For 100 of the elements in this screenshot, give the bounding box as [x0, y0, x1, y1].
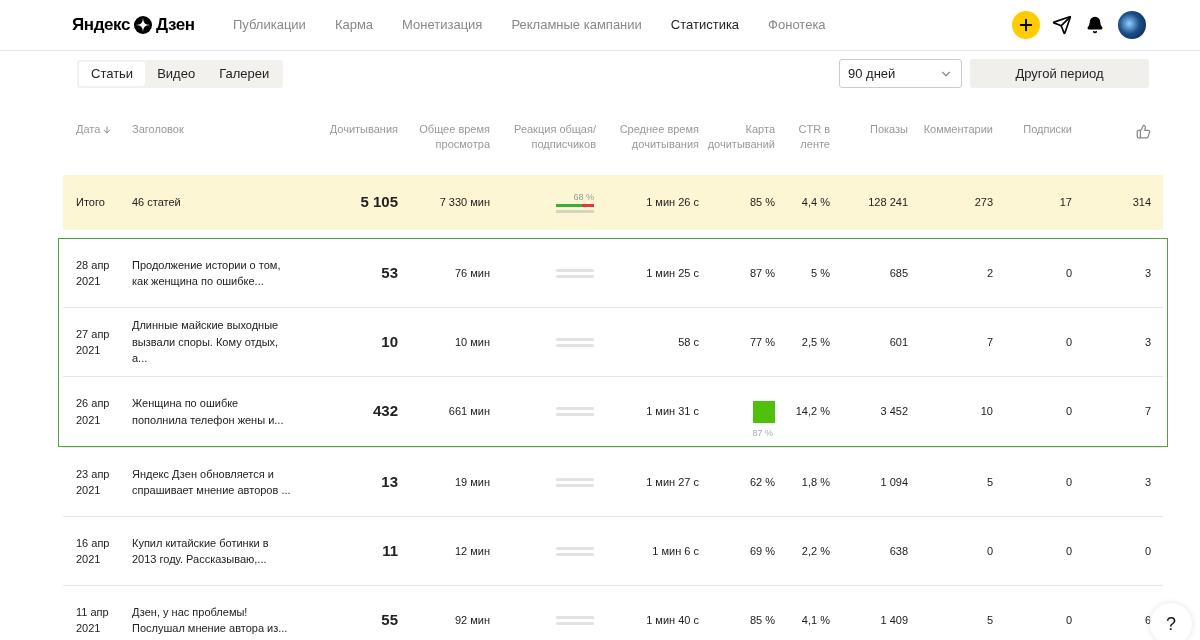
table-cell-text: 0	[985, 543, 993, 559]
table-cell-text: 1 мин 6 с	[651, 543, 699, 559]
help-button[interactable]: ?	[1150, 603, 1192, 640]
table-cell-text: 0	[1064, 474, 1072, 490]
column-header[interactable]: Дата	[76, 122, 101, 137]
reads-cell-text: 11	[381, 540, 398, 561]
table-cell-text: 128 241	[867, 195, 908, 211]
empty-reaction-bars	[556, 407, 594, 416]
date-cell-text: 28 апр 2021	[76, 257, 111, 289]
table-cell-text: 1 мин 26 с	[645, 195, 699, 211]
table-cell-text: 4,1 %	[800, 612, 830, 628]
table-cell-text: 58 с	[677, 334, 699, 350]
column-header[interactable]: Реакция общая/ подписчиков	[490, 122, 596, 152]
table-cell-text: 19 мин	[453, 474, 490, 490]
table-cell-text: 661 мин	[447, 404, 490, 420]
column-header[interactable]: Карта дочитываний	[699, 122, 775, 152]
article-title-link[interactable]: Продолжение истории о том, как женщина по ошибке...	[132, 256, 292, 290]
logo[interactable]: Яндекс Дзен	[72, 12, 233, 38]
table-cell-text: 3	[1143, 474, 1151, 490]
column-header[interactable]: Комментарии	[908, 122, 993, 137]
table-cell-text: 10	[979, 404, 993, 420]
table-cell-text: 1 мин 27 с	[645, 474, 699, 490]
reaction-bar	[556, 203, 594, 207]
table-cell-text: 638	[888, 543, 908, 559]
nav-link[interactable]: Рекламные кампании	[511, 15, 642, 35]
article-title-link[interactable]: Яндекс Дзен обновляется и спрашивает мнение авторов ...	[132, 465, 292, 499]
sort-arrow-icon	[102, 124, 113, 135]
table-cell-text: 1 мин 25 с	[645, 265, 699, 281]
table-cell-text: 685	[888, 265, 908, 281]
table-cell-text: 7	[985, 334, 993, 350]
table-cell-text: 3	[1143, 334, 1151, 350]
table-cell-text: 0	[1064, 265, 1072, 281]
empty-reaction-bars	[556, 546, 594, 556]
table-cell-text: 314	[1131, 195, 1151, 211]
table-cell-text: 601	[888, 334, 908, 350]
reaction-percent: 68 %	[573, 192, 594, 202]
column-header[interactable]: Заголовок	[132, 122, 310, 137]
table-cell-text: 1 409	[879, 612, 908, 628]
table-cell-text: 7 330 мин	[438, 195, 490, 211]
table-cell-text: 0	[1064, 334, 1072, 350]
table-cell-text: 1,8 %	[800, 474, 830, 490]
send-icon[interactable]	[1052, 15, 1072, 35]
nav-link[interactable]: Карма	[334, 15, 374, 35]
reads-cell-text: 13	[380, 471, 398, 492]
table-cell-text: 273	[973, 195, 993, 211]
table-cell-text: 1 мин 31 с	[645, 404, 699, 420]
nav-link[interactable]: Публикации	[233, 15, 306, 35]
article-title-link[interactable]: Дзен, у нас проблемы! Послушал мнение автора из...	[132, 603, 292, 637]
table-cell-text: 4,4 %	[800, 195, 830, 211]
content-tab[interactable]: Галереи	[207, 61, 282, 86]
table-cell-text: 2,2 %	[800, 543, 830, 559]
table-cell-text: 0	[1064, 612, 1072, 628]
column-header[interactable]: Среднее время дочитывания	[596, 122, 699, 152]
article-title-link[interactable]: Длинные майские выходные вызвали споры. Кому отдых, а...	[132, 317, 292, 367]
title-cell-text: 46 статей	[132, 195, 182, 211]
table-cell-text: 7	[1143, 404, 1151, 420]
table-cell-text: 0	[1064, 543, 1072, 559]
nav-link[interactable]: Монетизация	[402, 15, 483, 35]
table-cell-text: 5	[985, 474, 993, 490]
column-header[interactable]: Показы	[830, 122, 908, 137]
nav-link[interactable]: Фонотека	[768, 15, 826, 35]
table-cell-text: 14,2 %	[794, 404, 830, 420]
table-cell-text: 69 %	[748, 543, 775, 559]
period-select[interactable]: 90 дней	[839, 59, 962, 88]
other-period-button[interactable]: Другой период	[970, 59, 1149, 88]
empty-reaction-bars	[556, 477, 594, 487]
column-header[interactable]: Общее время просмотра	[398, 122, 490, 152]
reads-cell-text: 10	[380, 331, 398, 352]
article-title-link[interactable]: Женщина по ошибке пополнила телефон жены и...	[132, 395, 292, 428]
nav-link[interactable]: Статистика	[670, 15, 740, 35]
reads-cell-text: 53	[380, 262, 398, 283]
like-icon[interactable]	[1136, 124, 1151, 139]
table-cell-text: 0	[1064, 404, 1072, 420]
date-cell-text: 16 апр 2021	[76, 535, 111, 567]
avatar[interactable]	[1118, 11, 1146, 39]
date-cell-text: 23 апр 2021	[76, 466, 111, 498]
table-cell-text: 62 %	[748, 474, 775, 490]
table-cell-text: 3	[1143, 265, 1151, 281]
content-tab[interactable]: Видео	[145, 61, 208, 86]
bell-icon[interactable]	[1086, 16, 1104, 34]
content-tab[interactable]: Статьи	[79, 61, 146, 86]
table-cell-text: 1 094	[879, 474, 908, 490]
column-header[interactable]: Подписки	[993, 122, 1072, 137]
table-cell-text: 77 %	[748, 334, 775, 350]
table-cell-text: 3 452	[879, 404, 908, 420]
column-header[interactable]: CTR в ленте	[775, 122, 830, 152]
zen-logo-icon	[133, 16, 152, 34]
plus-icon	[1017, 16, 1035, 34]
article-title-link[interactable]: Купил китайские ботинки в 2013 году. Рассказываю,...	[132, 534, 292, 568]
table-cell-text: 2,5 %	[800, 334, 830, 350]
date-cell-text: 26 апр 2021	[76, 396, 111, 428]
reads-cell-text: 55	[380, 609, 398, 630]
add-button[interactable]	[1012, 11, 1040, 39]
column-header[interactable]: Дочитывания	[310, 122, 398, 137]
table-cell-text: 0	[1143, 543, 1151, 559]
date-cell-text: Итого	[76, 195, 106, 211]
table-cell-text: 2	[985, 265, 993, 281]
table-cell-text: 76 мин	[453, 265, 490, 281]
empty-reaction-bars	[556, 615, 594, 625]
table-cell-text: 1 мин 40 с	[645, 612, 699, 628]
